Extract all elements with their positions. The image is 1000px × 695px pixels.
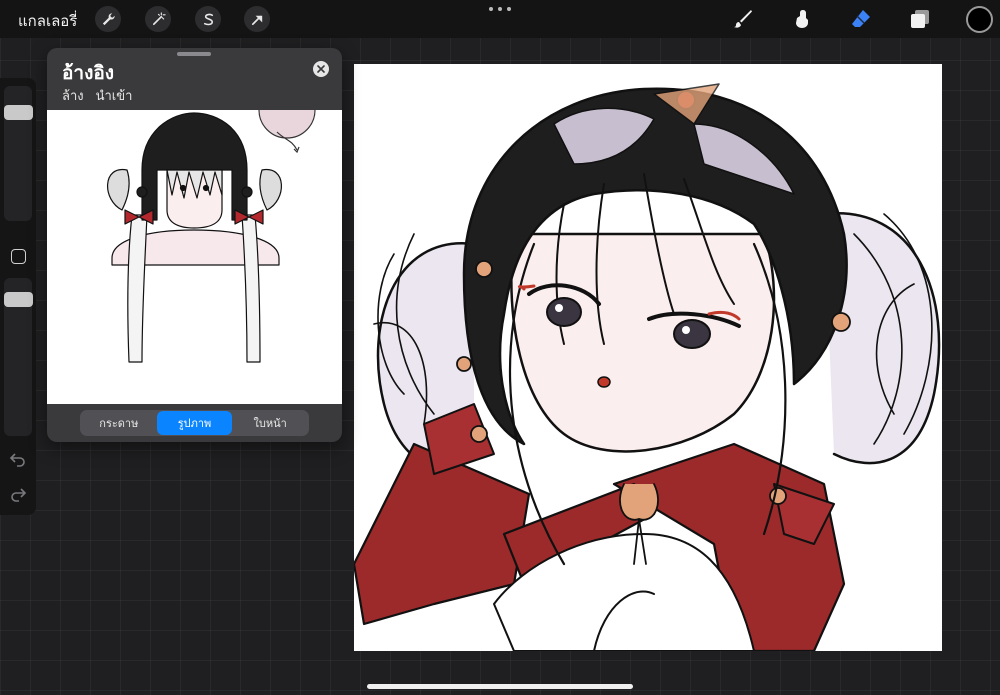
reference-panel[interactable]: อ้างอิง ล้าง นำเข้า กระดาษ รูปภาพ ใบหน้า (47, 48, 342, 442)
top-toolbar: แกลเลอรี่ (0, 0, 1000, 38)
close-icon (317, 65, 325, 73)
segment-image[interactable]: รูปภาพ (156, 411, 233, 435)
brush-icon[interactable] (730, 6, 756, 32)
smudge-finger-icon[interactable] (788, 6, 814, 32)
artwork-illustration (354, 83, 941, 651)
reference-illustration (107, 110, 316, 363)
undo-icon[interactable] (9, 450, 27, 468)
clear-button[interactable]: ล้าง (62, 85, 84, 106)
panel-grabber[interactable] (177, 52, 211, 56)
reference-title: อ้างอิง (62, 62, 115, 84)
modify-button[interactable] (11, 249, 26, 264)
drawing-canvas[interactable] (354, 64, 942, 651)
arrow-cursor-icon[interactable] (244, 6, 270, 32)
layers-icon[interactable] (907, 6, 933, 32)
eraser-icon[interactable] (848, 6, 874, 32)
brush-opacity-handle[interactable] (4, 291, 33, 307)
side-bar (0, 78, 36, 515)
redo-icon[interactable] (9, 485, 27, 503)
reference-image (47, 110, 342, 404)
reference-mode-segmented-control: กระดาษ รูปภาพ ใบหน้า (80, 410, 309, 436)
import-button[interactable]: นำเข้า (96, 85, 133, 106)
brush-size-handle[interactable] (4, 104, 33, 120)
selection-s-icon[interactable] (195, 6, 221, 32)
close-button[interactable] (313, 61, 329, 77)
segment-face[interactable]: ใบหน้า (232, 411, 308, 435)
segment-canvas[interactable]: กระดาษ (81, 411, 157, 435)
color-picker-button[interactable] (966, 6, 993, 33)
home-indicator[interactable] (367, 684, 633, 689)
magic-wand-icon[interactable] (145, 6, 171, 32)
more-options-icon[interactable] (489, 3, 511, 15)
gallery-button[interactable]: แกลเลอรี่ (18, 9, 77, 33)
wrench-icon[interactable] (95, 6, 121, 32)
